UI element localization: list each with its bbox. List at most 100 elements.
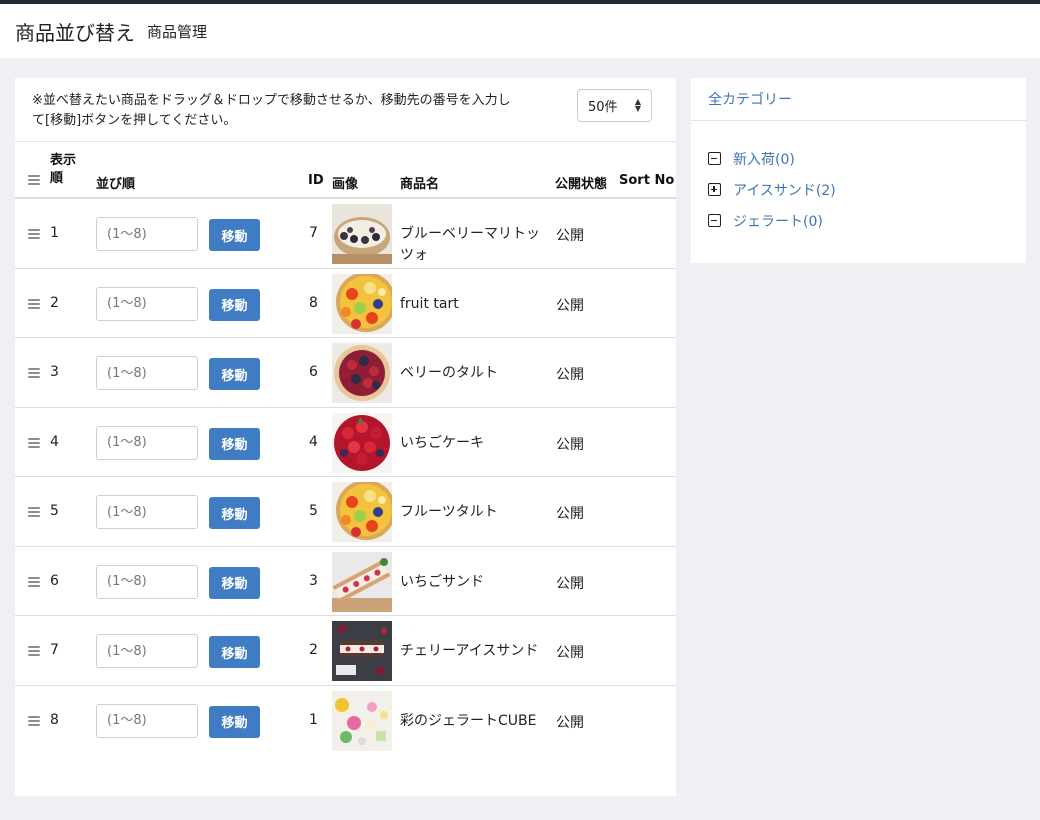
page-header: 商品並び替え 商品管理	[0, 4, 1040, 58]
display-order-number: 5	[50, 503, 59, 519]
product-name: いちごサンド	[400, 573, 484, 590]
target-position-input[interactable]	[96, 425, 198, 460]
product-sort-panel: ※並べ替えたい商品をドラッグ＆ドロップで移動させるか、移動先の番号を入力して[移…	[15, 78, 676, 796]
table-row[interactable]: 3 移動 6 ベリーのタルト 公開	[15, 338, 676, 408]
table-row[interactable]: 5 移動 5 フルーツタルト 公開	[15, 477, 676, 547]
per-page-value: 50件	[588, 100, 618, 115]
category-label[interactable]: 新入荷(0)	[733, 149, 795, 169]
target-position-input[interactable]	[96, 356, 198, 390]
category-panel: 全カテゴリー 新入荷(0) アイスサンド(2) ジェラート(0)	[691, 78, 1026, 263]
category-item[interactable]: アイスサンド(2)	[691, 174, 1026, 205]
move-button[interactable]: 移動	[209, 497, 260, 529]
publish-status: 公開	[556, 575, 584, 592]
header-product-name: 商品名	[400, 177, 440, 192]
product-name: いちごケーキ	[400, 434, 484, 451]
move-button[interactable]: 移動	[209, 288, 260, 321]
table-row[interactable]: 6 移動 3 いちごサンド 公開	[15, 547, 676, 616]
table-row[interactable]: 2 移動 8 fruit tart 公開	[15, 269, 676, 338]
product-name: チェリーアイスサンド	[400, 643, 539, 659]
product-name: fruit tart	[400, 295, 459, 312]
publish-status: 公開	[556, 297, 584, 314]
target-position-input[interactable]	[96, 634, 198, 668]
page-subtitle: 商品管理	[147, 22, 208, 41]
product-id: 8	[309, 294, 318, 311]
header-status: 公開状態	[555, 177, 608, 192]
drag-handle-icon[interactable]	[28, 368, 40, 378]
drag-handle-icon[interactable]	[28, 646, 40, 656]
publish-status: 公開	[556, 714, 584, 731]
move-button[interactable]: 移動	[209, 427, 260, 460]
category-list: 新入荷(0) アイスサンド(2) ジェラート(0)	[691, 121, 1026, 236]
product-id: 6	[309, 364, 318, 380]
target-position-input[interactable]	[96, 495, 198, 529]
product-id: 5	[309, 503, 318, 519]
display-order-number: 6	[50, 572, 59, 589]
header-drag-handle-icon	[28, 174, 40, 189]
display-order-number: 2	[50, 294, 59, 311]
move-button[interactable]: 移動	[209, 636, 260, 668]
table-row[interactable]: 8 移動 1 彩のジェラートCUBE 公開	[15, 686, 676, 756]
publish-status: 公開	[556, 506, 584, 522]
drag-handle-icon[interactable]	[28, 229, 40, 239]
display-order-number: 3	[50, 364, 59, 380]
product-name: ブルーベリーマリトッツォ	[400, 226, 540, 263]
instructions-text: ※並べ替えたい商品をドラッグ＆ドロップで移動させるか、移動先の番号を入力して[移…	[32, 93, 511, 128]
product-thumbnail	[332, 343, 392, 403]
product-id: 4	[309, 433, 318, 450]
display-order-number: 7	[50, 642, 59, 658]
product-id: 3	[309, 572, 318, 589]
product-thumbnail	[332, 412, 392, 473]
target-position-input[interactable]	[96, 564, 198, 599]
publish-status: 公開	[556, 367, 584, 383]
header-id: ID	[308, 173, 324, 188]
product-rows: 1 移動 7 ブルーベリーマリトッツォ公開 2 移動 8 fruit tart 公開 3 移動 6 ベリ…	[15, 199, 676, 755]
table-row[interactable]: 4 移動 4 いちごケーキ 公開	[15, 408, 676, 477]
minus-square-icon[interactable]	[708, 152, 721, 165]
header-sort-order: 並び順	[96, 177, 136, 192]
publish-status: 公開	[556, 228, 584, 244]
publish-status: 公開	[556, 645, 584, 661]
plus-square-icon[interactable]	[708, 183, 721, 196]
product-thumbnail	[332, 690, 392, 751]
drag-handle-icon[interactable]	[28, 715, 40, 726]
move-button[interactable]: 移動	[209, 566, 260, 599]
header-sort-no: Sort No	[619, 173, 675, 188]
product-thumbnail	[332, 204, 392, 264]
product-thumbnail	[332, 482, 392, 542]
table-header: 表示順 並び順 ID 画像 商品名 公開状態 Sort No	[15, 141, 676, 199]
move-button[interactable]: 移動	[209, 219, 260, 251]
table-row[interactable]: 1 移動 7 ブルーベリーマリトッツォ公開	[15, 199, 676, 269]
header-image: 画像	[332, 177, 359, 192]
target-position-input[interactable]	[96, 286, 198, 321]
product-name: フルーツタルト	[400, 504, 498, 520]
product-name: ベリーのタルト	[400, 365, 498, 381]
table-row[interactable]: 7 移動 2 チェリーアイスサンド 公開	[15, 616, 676, 686]
all-categories-link[interactable]: 全カテゴリー	[708, 89, 792, 109]
product-id: 2	[309, 642, 318, 658]
publish-status: 公開	[556, 436, 584, 453]
drag-handle-icon[interactable]	[28, 437, 40, 448]
display-order-number: 1	[50, 225, 59, 241]
target-position-input[interactable]	[96, 217, 198, 251]
minus-square-icon[interactable]	[708, 214, 721, 227]
category-item[interactable]: ジェラート(0)	[691, 205, 1026, 236]
category-label[interactable]: ジェラート(0)	[733, 211, 823, 231]
display-order-number: 4	[50, 433, 59, 450]
product-thumbnail	[332, 273, 392, 334]
move-button[interactable]: 移動	[209, 358, 260, 390]
move-button[interactable]: 移動	[209, 705, 260, 738]
per-page-select[interactable]: 50件 ▲ ▼	[577, 89, 652, 122]
product-id: 1	[309, 711, 318, 728]
drag-handle-icon[interactable]	[28, 507, 40, 517]
drag-handle-icon[interactable]	[28, 298, 40, 309]
drag-handle-icon[interactable]	[28, 576, 40, 587]
display-order-number: 8	[50, 711, 59, 728]
category-label[interactable]: アイスサンド(2)	[733, 180, 836, 200]
select-caret-icon: ▲ ▼	[634, 97, 641, 113]
header-display-order: 表示順	[50, 153, 77, 186]
category-item[interactable]: 新入荷(0)	[691, 143, 1026, 174]
page-title: 商品並び替え	[15, 20, 135, 45]
product-thumbnail	[332, 621, 392, 681]
target-position-input[interactable]	[96, 703, 198, 738]
product-thumbnail	[332, 551, 392, 612]
